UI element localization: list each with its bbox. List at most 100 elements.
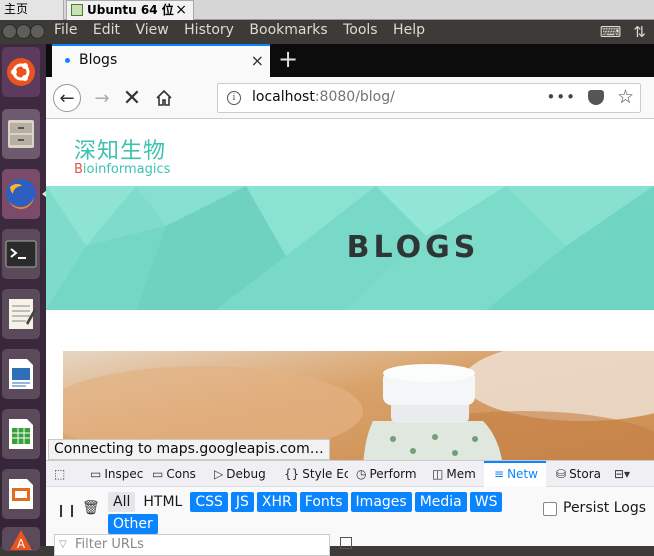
braces-icon: {} [284,467,300,481]
page-actions-icon[interactable]: ••• [546,88,576,106]
persist-logs-checkbox[interactable] [543,502,557,516]
pause-icon[interactable]: ❙❙ [56,503,78,517]
launcher-text-editor[interactable] [1,286,41,342]
menu-items: File Edit View History Bookmarks Tools H… [54,22,436,38]
info-icon[interactable]: i [227,91,241,105]
writer-document-icon [2,349,40,399]
url-bar[interactable]: i localhost:8080/blog/ ••• ☆ [217,83,641,113]
launcher-files[interactable] [1,106,41,162]
svg-text:A: A [17,537,26,550]
menu-edit[interactable]: Edit [93,22,120,38]
trash-icon[interactable]: 🗑 [82,500,100,516]
filter-ws-button[interactable]: WS [469,492,503,512]
console-icon: ▭ [152,467,164,481]
page-viewport: 深知生物 Bioinformagics BLOGS [46,119,654,460]
filter-all-button[interactable]: All [108,492,136,512]
vm-tab-strip: 主页 Ubuntu 64 位 × [0,0,654,20]
menu-file[interactable]: File [54,22,77,38]
dock-options-button[interactable]: ⊟▾ [614,461,654,487]
site-logo[interactable]: 深知生物 Bioinformagics [74,133,170,177]
launcher-terminal[interactable] [1,226,41,282]
vm-tab-ubuntu[interactable]: Ubuntu 64 位 × [66,0,194,20]
launcher-software-center[interactable]: A [1,524,41,554]
new-tab-button[interactable]: + [278,46,298,72]
launcher-calc[interactable] [1,406,41,462]
tab-network[interactable]: ≡ Netw [484,461,546,487]
bookmark-star-icon[interactable]: ☆ [617,86,634,108]
impress-presentation-icon [2,469,40,519]
minimize-window-button[interactable] [16,24,31,39]
tab-performance[interactable]: ◷ Perform [356,461,424,487]
filter-other-button[interactable]: Other [108,514,158,534]
text-editor-icon [2,289,40,339]
menu-help[interactable]: Help [393,22,425,38]
menu-tools[interactable]: Tools [343,22,378,38]
url-input[interactable]: localhost:8080/blog/ [252,89,395,105]
launcher-dash[interactable] [1,44,41,100]
memory-chip-icon: ◫ [432,467,444,481]
devtools-panel: ⬚ ▭ Inspec ▭ Cons ▷ Debug {} Style Ec ◷ Perfo… [46,460,654,556]
network-arrows-icon[interactable]: ⇅ [633,23,646,41]
terminal-icon [2,229,40,279]
filter-html-button[interactable]: HTML [138,492,187,512]
launcher-writer[interactable] [1,346,41,402]
menu-view[interactable]: View [135,22,168,38]
tab-blogs[interactable]: Blogs × [52,44,270,77]
logo-chinese: 深知生物 [74,139,167,164]
tab-storage[interactable]: ⛁ Stora [556,461,606,487]
url-host: localhost [252,89,315,105]
app-menubar: File Edit View History Bookmarks Tools H… [0,20,654,44]
hero-banner: BLOGS [46,186,654,310]
url-path: :8080/blog/ [314,89,395,105]
launcher-firefox[interactable] [1,166,41,222]
filter-fonts-button[interactable]: Fonts [299,492,348,512]
home-icon [156,89,172,106]
close-tab-icon[interactable]: × [251,51,264,70]
split-console-icon[interactable] [340,537,352,549]
firefox-icon [2,169,40,219]
vm-tab-home[interactable]: 主页 [0,0,64,20]
unity-launcher: A [0,44,47,551]
keyboard-icon[interactable]: ⌨ [600,23,622,41]
persist-logs-label: Persist Logs [563,500,647,516]
tab-memory[interactable]: ◫ Mem [432,461,484,487]
arrow-right-icon: → [94,87,110,109]
logo-english: Bioinformagics [74,162,171,177]
browser-tab-strip: Blogs × + [46,44,654,77]
vm-tab-close-icon[interactable]: × [175,1,187,19]
request-type-filters: All HTML CSS JS XHR Fonts Images Media WS Other [108,491,518,535]
network-icon: ≡ [494,467,505,481]
gauge-icon: ◷ [356,467,367,481]
filter-js-button[interactable]: JS [230,492,254,512]
pocket-icon[interactable] [588,90,604,105]
filter-urls-input[interactable]: Filter URLs [54,534,330,556]
devtools-toolbar: ⬚ ▭ Inspec ▭ Cons ▷ Debug {} Style Ec ◷ Perfo… [46,461,654,487]
layout-icon: ⊟▾ [614,467,631,481]
maximize-window-button[interactable] [30,24,45,39]
filter-css-button[interactable]: CSS [190,492,228,512]
tab-debugger[interactable]: ▷ Debug [214,461,274,487]
calc-spreadsheet-icon [2,409,40,459]
stop-button[interactable]: ✕ [118,84,146,112]
vm-tab-home-label: 主页 [4,2,29,16]
inspector-icon: ▭ [90,467,102,481]
tab-inspector[interactable]: ▭ Inspec [90,461,146,487]
menu-history[interactable]: History [184,22,234,38]
navigation-toolbar: ← → ✕ i localhost:8080/blog/ ••• ☆ [46,77,654,119]
close-window-button[interactable] [2,24,17,39]
tab-title: Blogs [79,52,118,68]
tab-console[interactable]: ▭ Cons [152,461,204,487]
menu-bookmarks[interactable]: Bookmarks [249,22,327,38]
debugger-icon: ▷ [214,467,224,481]
launcher-impress[interactable] [1,466,41,522]
filter-images-button[interactable]: Images [350,492,412,512]
loading-dot-icon [65,58,70,63]
back-button[interactable]: ← [53,84,81,112]
forward-button[interactable]: → [88,84,116,112]
filter-media-button[interactable]: Media [414,492,467,512]
filter-xhr-button[interactable]: XHR [256,492,297,512]
home-button[interactable] [150,84,178,112]
tab-style-editor[interactable]: {} Style Ec [284,461,348,487]
element-picker-button[interactable]: ⬚ [54,461,76,487]
ubuntu-logo-icon [2,47,40,97]
